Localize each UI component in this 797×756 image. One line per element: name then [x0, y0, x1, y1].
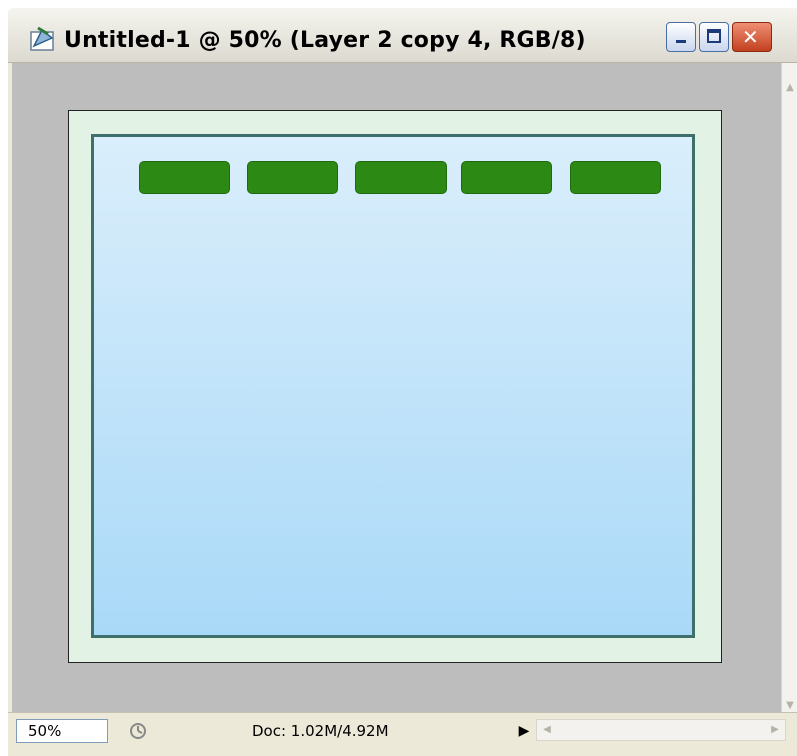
green-button-block [461, 161, 552, 194]
green-button-block [570, 161, 661, 194]
minimize-icon [676, 40, 686, 43]
status-icon[interactable] [128, 721, 148, 741]
maximize-icon [707, 29, 721, 43]
status-menu-arrow-icon[interactable]: ▶ [514, 721, 534, 741]
scroll-left-icon[interactable]: ◀ [541, 723, 553, 737]
window-title: Untitled-1 @ 50% (Layer 2 copy 4, RGB/8) [64, 28, 586, 53]
green-button-block [139, 161, 230, 194]
document-inner-panel[interactable] [91, 134, 695, 638]
zoom-field[interactable]: 50% [16, 719, 108, 743]
green-button-block [247, 161, 338, 194]
close-button[interactable]: ✕ [732, 22, 772, 52]
horizontal-scrollbar[interactable]: ◀ ▶ [536, 719, 786, 741]
close-icon: ✕ [742, 25, 759, 49]
green-button-block [355, 161, 447, 194]
title-bar[interactable]: Untitled-1 @ 50% (Layer 2 copy 4, RGB/8)… [8, 8, 797, 63]
document-size-info: Doc: 1.02M/4.92M [252, 722, 389, 740]
status-bar: 50% Doc: 1.02M/4.92M ▶ ◀ ▶ [8, 712, 797, 749]
maximize-button[interactable] [699, 22, 729, 52]
scroll-up-icon[interactable]: ▲ [784, 81, 796, 95]
minimize-button[interactable] [666, 22, 696, 52]
vertical-scrollbar[interactable]: ▲ ▼ [781, 63, 797, 720]
photoshop-document-icon [30, 26, 54, 51]
scroll-down-icon[interactable]: ▼ [784, 699, 796, 713]
scroll-right-icon[interactable]: ▶ [769, 723, 781, 737]
